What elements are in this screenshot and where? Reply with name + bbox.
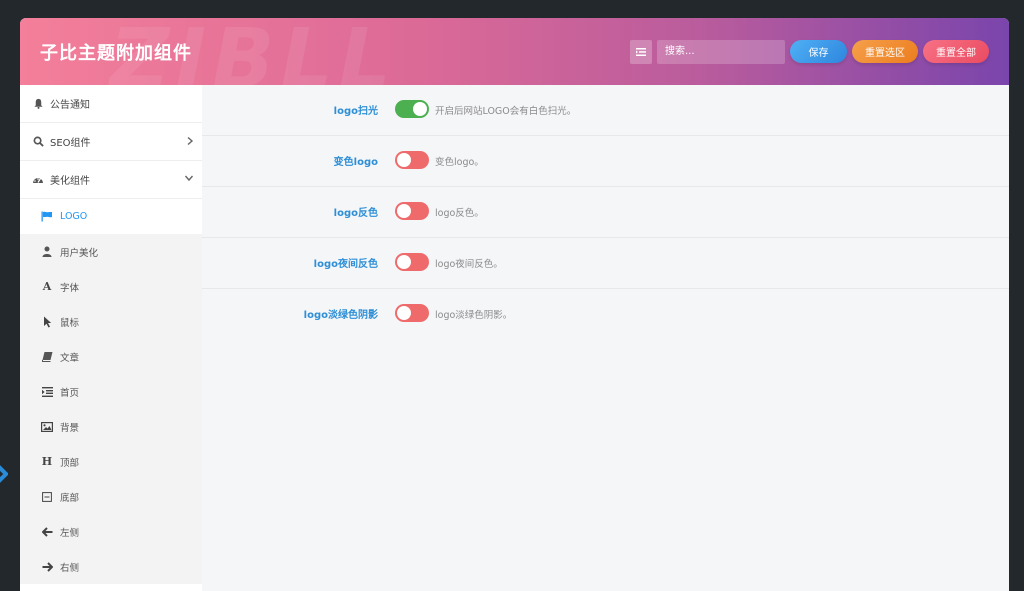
chevron-down-icon — [184, 174, 194, 185]
setting-description: logo淡绿色阴影。 — [435, 310, 513, 321]
setting-row-logo-night-invert: logo夜间反色 logo夜间反色。 — [202, 238, 1009, 289]
sidebar-subitem-label: 左侧 — [60, 527, 80, 539]
options-panel: ZIBLL 子比主题附加组件 保存 重置选区 重置全部 公 — [20, 18, 1009, 591]
sidebar-subitem-logo[interactable]: LOGO — [20, 199, 202, 234]
sidebar-item-notice[interactable]: 公告通知 — [20, 85, 202, 123]
sidebar-subitem-label: 首页 — [60, 387, 80, 399]
search-input[interactable] — [657, 39, 785, 64]
chevron-right-icon — [186, 136, 194, 149]
arrow-left-icon — [41, 526, 53, 538]
settings-content: logo扫光 开启后网站LOGO会有白色扫光。 变色logo 变色logo。 l… — [202, 85, 1009, 591]
sidebar-item-label: 公告通知 — [50, 100, 90, 111]
sidebar-subitem-label: 顶部 — [60, 457, 80, 469]
sidebar-subitem-label: 背景 — [60, 422, 80, 434]
reset-all-button[interactable]: 重置全部 — [923, 40, 989, 63]
sidebar-subitem-right[interactable]: 右侧 — [20, 549, 202, 584]
reset-section-button[interactable]: 重置选区 — [852, 40, 918, 63]
sidebar-item-label: 美化组件 — [50, 176, 90, 187]
sidebar-subitem-label: 用户美化 — [60, 247, 99, 259]
sidebar-subitem-header[interactable]: H 顶部 — [20, 444, 202, 479]
sidebar: 公告通知 SEO组件 美化组件 LOGO 用户美化 A 字体 鼠标 文章 首页 … — [20, 85, 202, 591]
flag-icon — [41, 211, 53, 223]
sidebar-subitem-cursor[interactable]: 鼠标 — [20, 304, 202, 339]
collapse-arrow-icon[interactable] — [0, 462, 8, 486]
header-icon: H — [41, 455, 53, 468]
sidebar-subitem-article[interactable]: 文章 — [20, 339, 202, 374]
setting-label: logo淡绿色阴影 — [303, 310, 378, 321]
sidebar-subitem-left[interactable]: 左侧 — [20, 514, 202, 549]
sidebar-subitem-label: LOGO — [60, 211, 88, 222]
setting-description: 变色logo。 — [435, 157, 484, 168]
toggle-logo-invert[interactable] — [395, 202, 429, 220]
palette-icon — [32, 174, 44, 186]
footer-icon — [41, 491, 53, 503]
sidebar-subitem-footer[interactable]: 底部 — [20, 479, 202, 514]
sidebar-subitem-background[interactable]: 背景 — [20, 409, 202, 444]
indent-icon — [41, 386, 53, 398]
bell-icon — [32, 98, 44, 110]
image-icon — [41, 421, 53, 433]
book-icon — [41, 351, 53, 363]
sidebar-subitem-label: 鼠标 — [60, 317, 80, 329]
sidebar-subitem-label: 底部 — [60, 492, 80, 504]
sidebar-item-beautify[interactable]: 美化组件 — [20, 161, 202, 199]
page-title: 子比主题附加组件 — [40, 42, 192, 64]
list-icon — [636, 47, 646, 56]
sidebar-subitem-label: 字体 — [60, 282, 80, 294]
sidebar-item-label: SEO组件 — [50, 138, 91, 149]
setting-label: logo夜间反色 — [313, 259, 378, 270]
sidebar-item-seo[interactable]: SEO组件 — [20, 123, 202, 161]
save-button[interactable]: 保存 — [790, 40, 847, 63]
font-icon: A — [42, 280, 52, 293]
search-icon — [32, 136, 44, 148]
expand-toggle-button[interactable] — [630, 39, 652, 64]
setting-row-color-logo: 变色logo 变色logo。 — [202, 136, 1009, 187]
beautify-submenu: LOGO 用户美化 A 字体 鼠标 文章 首页 背景 H 顶部 底部 左侧 右侧 — [20, 199, 202, 584]
user-icon — [41, 246, 53, 258]
setting-description: logo反色。 — [435, 208, 484, 219]
toggle-logo-night-invert[interactable] — [395, 253, 429, 271]
sidebar-subitem-label: 右侧 — [60, 562, 80, 574]
toggle-logo-shine[interactable] — [395, 100, 429, 118]
cursor-icon — [41, 316, 53, 328]
toggle-logo-green-shadow[interactable] — [395, 304, 429, 322]
setting-description: logo夜间反色。 — [435, 259, 503, 270]
setting-description: 开启后网站LOGO会有白色扫光。 — [435, 106, 577, 117]
setting-label: 变色logo — [333, 157, 378, 168]
sidebar-subitem-user[interactable]: 用户美化 — [20, 234, 202, 269]
setting-row-logo-shine: logo扫光 开启后网站LOGO会有白色扫光。 — [202, 85, 1009, 136]
setting-label: logo反色 — [333, 208, 378, 219]
toggle-color-logo[interactable] — [395, 151, 429, 169]
setting-row-logo-green-shadow: logo淡绿色阴影 logo淡绿色阴影。 — [202, 289, 1009, 340]
setting-label: logo扫光 — [333, 106, 378, 117]
sidebar-subitem-home[interactable]: 首页 — [20, 374, 202, 409]
sidebar-subitem-font[interactable]: A 字体 — [20, 269, 202, 304]
arrow-right-icon — [41, 561, 53, 573]
panel-header: ZIBLL 子比主题附加组件 保存 重置选区 重置全部 — [20, 18, 1009, 85]
setting-row-logo-invert: logo反色 logo反色。 — [202, 187, 1009, 238]
sidebar-subitem-label: 文章 — [60, 352, 80, 364]
